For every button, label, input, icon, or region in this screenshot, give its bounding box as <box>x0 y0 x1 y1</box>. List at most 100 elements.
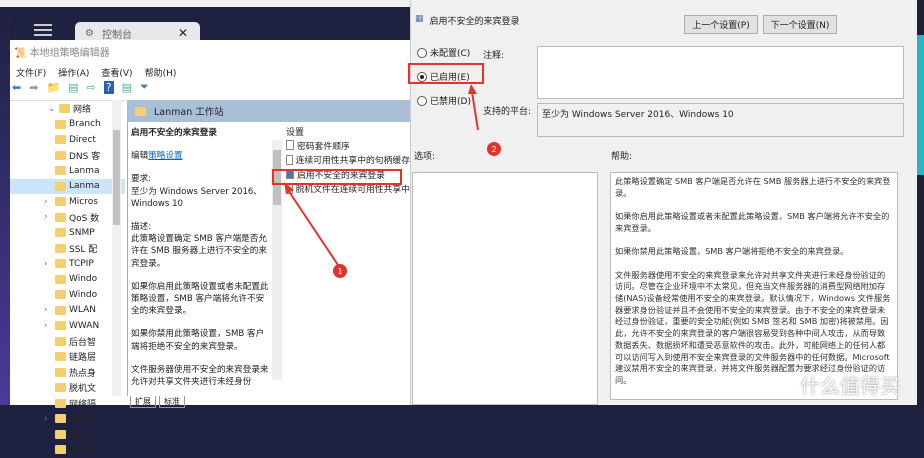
desc-heading: 启用不安全的来宾登录 <box>131 128 217 138</box>
tree-item[interactable]: Branch <box>10 117 125 133</box>
watermark: 什么值得买 <box>800 374 900 398</box>
expander-icon[interactable]: › <box>44 321 52 331</box>
toolbar: ⬅ ➡ 📁 ▤ ⇨ ? ▤ ⏷ <box>12 80 149 94</box>
menu-action[interactable]: 操作(A) <box>58 66 89 79</box>
policy-tree: ⌄ 网络 Branch Direct DNS 客 Lanma Lanma › Micros › Qo… <box>10 100 125 456</box>
desc-paragraph: 文件服务器使用不安全的来宾登录来允许对共享文件夹进行未经身份 <box>131 364 269 386</box>
tree-item[interactable]: › WLAN <box>10 303 125 319</box>
folder-icon <box>55 321 66 331</box>
help-paragraph: 此策略设置确定 SMB 客户端是否允许在 SMB 服务器上进行不安全的来宾登录。 <box>615 176 891 198</box>
menu-view[interactable]: 查看(V) <box>101 66 132 79</box>
tree-item[interactable]: Lanma <box>10 163 125 179</box>
menu-file[interactable]: 文件(F) <box>16 66 46 79</box>
folder-icon <box>55 135 66 145</box>
expander-icon[interactable]: › <box>44 414 52 424</box>
folder-icon <box>55 259 66 269</box>
folder-icon <box>55 212 66 222</box>
policy-icon <box>286 140 294 151</box>
expander-icon[interactable]: › <box>44 212 52 222</box>
options-label: 选项: <box>414 152 436 162</box>
tree-item[interactable]: Direct <box>10 132 125 148</box>
expander-icon[interactable]: ⌄ <box>48 104 56 114</box>
expander-icon[interactable]: › <box>44 197 52 207</box>
tree-item[interactable]: › 网络连 <box>10 411 125 427</box>
tree-item[interactable]: 后台智 <box>10 334 125 350</box>
tree-item[interactable]: › QoS 数 <box>10 210 125 226</box>
desc-paragraph: 如果你禁用此策略设置，SMB 客户端将拒绝不安全的来宾登录。 <box>131 329 265 352</box>
help-text: 此策略设置确定 SMB 客户端是否允许在 SMB 服务器上进行不安全的来宾登录。… <box>610 172 898 400</box>
menu-bar: 文件(F) 操作(A) 查看(V) 帮助(H) <box>16 66 176 79</box>
edit-policy-link[interactable]: 策略设置 <box>148 151 182 161</box>
tab-standard[interactable]: 标准 <box>159 396 185 408</box>
forward-icon[interactable]: ➡ <box>29 81 38 94</box>
tree-item[interactable]: › Micros <box>10 194 125 210</box>
back-icon[interactable]: ⬅ <box>12 81 21 94</box>
tree-item[interactable]: 网络提 <box>10 442 125 458</box>
tree-item[interactable]: 网络连 <box>10 427 125 443</box>
help-paragraph: 如果你启用此策略设置或者未配置此策略设置，SMB 客户端将允许不安全的来宾登录。 <box>615 211 890 233</box>
filter-icon[interactable]: ⏷ <box>140 80 149 94</box>
tree-item[interactable]: Windo <box>10 272 125 288</box>
policy-icon: ▦ <box>415 14 424 24</box>
radio-button[interactable] <box>417 95 427 106</box>
folder-icon <box>55 243 66 253</box>
tab-extended[interactable]: 扩展 <box>130 396 156 408</box>
tree-item[interactable]: › WWAN <box>10 318 125 334</box>
folder-icon <box>55 150 66 160</box>
folder-icon <box>55 398 66 408</box>
hamburger-menu-icon[interactable] <box>34 24 52 36</box>
show-hide-tree-icon[interactable]: ▤ <box>68 81 78 94</box>
desktop-edge <box>917 0 924 405</box>
tree-item[interactable]: DNS 客 <box>10 148 125 164</box>
folder-icon <box>55 445 66 455</box>
tree-item[interactable]: SSL 配 <box>10 241 125 257</box>
folder-icon <box>55 166 66 176</box>
gear-icon: ⚙ <box>85 27 94 39</box>
folder-icon <box>55 119 66 129</box>
description-panel: 启用不安全的来宾登录 编辑策略设置 要求: 至少为 Windows Server … <box>131 127 271 397</box>
menu-help[interactable]: 帮助(H) <box>145 66 177 79</box>
tree-item[interactable]: 网络隔 <box>10 396 125 412</box>
next-setting-button[interactable]: 下一个设置(N) <box>763 15 837 34</box>
prev-setting-button[interactable]: 上一个设置(P) <box>684 15 758 34</box>
setting-item[interactable]: 连续可用性共享中的句柄缓存 <box>286 153 410 168</box>
tree-item[interactable]: Lanma <box>10 178 125 194</box>
comment-input[interactable] <box>537 46 904 99</box>
folder-icon <box>55 429 66 439</box>
tree-item[interactable]: Windo <box>10 287 125 303</box>
folder-icon <box>55 181 66 191</box>
desktop-background <box>0 7 10 405</box>
folder-icon <box>55 367 66 377</box>
expander-icon[interactable]: › <box>44 259 52 269</box>
tree-item[interactable]: ⌄ 网络 <box>10 101 125 117</box>
tree-scrollbar[interactable] <box>112 100 121 396</box>
folder-icon <box>55 197 66 207</box>
pane-header: Lanman 工作站 <box>127 100 410 122</box>
up-folder-icon[interactable]: 📁 <box>46 81 60 94</box>
expander-icon[interactable]: › <box>44 305 52 315</box>
help-icon[interactable]: ? <box>103 80 114 94</box>
platform-value: 至少为 Windows Server 2016、Windows 10 <box>537 103 904 137</box>
radio-button[interactable] <box>417 47 427 58</box>
tree-item[interactable]: › TCPIP <box>10 256 125 272</box>
close-icon[interactable]: ✕ <box>178 26 188 40</box>
export-icon[interactable]: ⇨ <box>87 81 96 94</box>
folder-icon <box>55 336 66 346</box>
tree-item[interactable]: 脱机文 <box>10 380 125 396</box>
radio-option[interactable]: 未配置(C) <box>417 46 471 59</box>
comment-label: 注释: <box>483 51 505 61</box>
tree-item[interactable]: 热点身 <box>10 365 125 381</box>
folder-icon <box>135 106 146 116</box>
annotation-badge-2: 2 <box>487 142 501 156</box>
dialog-title: ▦ 启用不安全的来宾登录 <box>415 14 520 27</box>
folder-icon <box>55 383 66 393</box>
folder-icon <box>55 352 66 362</box>
settings-header: 设置 <box>286 128 305 138</box>
tree-item[interactable]: SNMP <box>10 225 125 241</box>
tree-item[interactable]: 链路层 <box>10 349 125 365</box>
requirements: 要求: 至少为 Windows Server 2016、Windows 10 <box>131 174 262 209</box>
properties-icon[interactable]: ▤ <box>122 81 132 94</box>
radio-option[interactable]: 已禁用(D) <box>417 94 471 107</box>
setting-item[interactable]: 密码套件顺序 <box>286 138 410 153</box>
help-paragraph: 如果你禁用此策略设置，SMB 客户端将拒绝不安全的来宾登录。 <box>615 246 849 257</box>
